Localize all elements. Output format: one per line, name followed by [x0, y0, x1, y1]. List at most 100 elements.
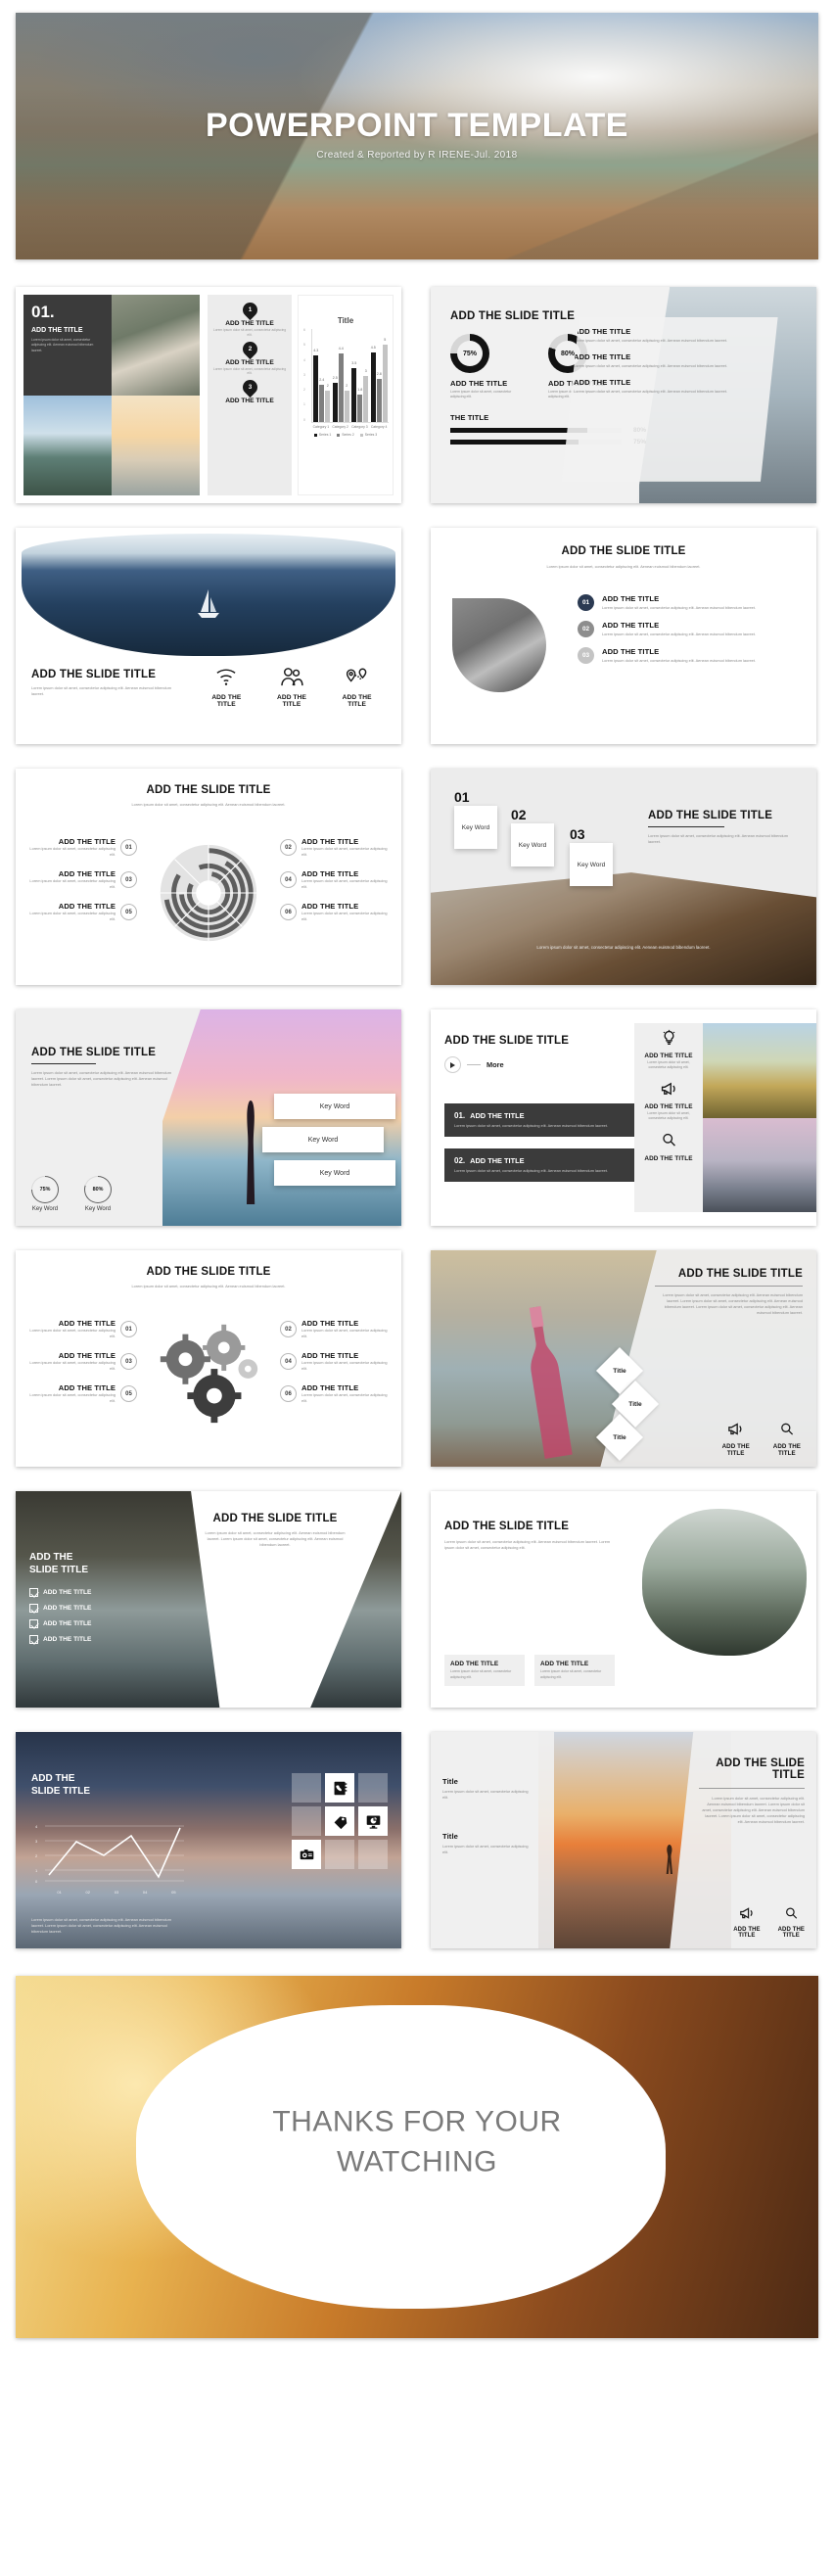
slide-15-sunrise-panel[interactable]: Title Lorem ipsum dolor sit amet, consec… [431, 1732, 816, 1948]
tile-monitor-chart[interactable] [358, 1806, 388, 1836]
slide-05-book-list[interactable]: ADD THE SLIDE TITLE Lorem ipsum dolor si… [431, 528, 816, 744]
feature-line1: ADD THE [211, 694, 242, 701]
slide-06-radial[interactable]: ADD THE SLIDE TITLE Lorem ipsum dolor si… [16, 769, 401, 985]
list-item[interactable]: ADD THE TITLE Lorem ipsum dolor sit amet… [27, 869, 137, 890]
slide-body: Lorem ipsum dolor sit amet, consectetur … [648, 833, 788, 845]
list-item[interactable]: 02 ADD THE TITLE Lorem ipsum dolor sit a… [578, 621, 803, 638]
y-tick: 5 [303, 343, 305, 348]
checklist-item[interactable]: ADD THE TITLE [29, 1635, 139, 1644]
diamond-01[interactable]: Title [595, 1346, 644, 1395]
checklist-item[interactable]: ADD THE TITLE [29, 1619, 139, 1628]
slide-07-keyword-cards[interactable]: 01 Key Word 02 Key Word 03 Key Word ADD … [431, 769, 816, 985]
line-chart[interactable]: 4 3 2 1 0 01 02 03 04 05 [31, 1820, 188, 1895]
icon-item[interactable]: ADD THE TITLE [778, 1906, 805, 1939]
slide-03-stats[interactable]: ADD THE SLIDE TITLE 75% ADD THE TITLE Lo… [431, 287, 816, 503]
list-item[interactable]: 3 ADD THE TITLE [212, 376, 287, 404]
keyword-item[interactable]: Key Word [274, 1160, 395, 1186]
icon-item[interactable]: ADD THE TITLE [733, 1906, 761, 1939]
checklist-item[interactable]: ADD THE TITLE [29, 1604, 139, 1613]
list-item[interactable]: 2 ADD THE TITLE Lorem ipsum dolor sit am… [212, 338, 287, 377]
bar-chart[interactable]: Title 6543210 4.3 2.4 2 2.5 4.4 2 3.5 1.8 3 4.5 2.… [298, 295, 394, 495]
info-card[interactable]: ADD THE TITLE Lorem ipsum dolor sit amet… [534, 1655, 615, 1686]
checkbox-icon[interactable] [29, 1588, 38, 1597]
checkbox-icon[interactable] [29, 1619, 38, 1628]
card-label: Key Word [570, 843, 613, 886]
tile-empty[interactable] [358, 1773, 388, 1803]
dark-row-02[interactable]: 02. ADD THE TITLE Lorem ipsum dolor sit … [444, 1148, 662, 1183]
icon-item[interactable]: ADD THE TITLE Lorem ipsum dolor sit amet… [639, 1029, 698, 1071]
list-item[interactable]: 1 ADD THE TITLE Lorem ipsum dolor sit am… [212, 299, 287, 338]
slide-09-more-rows[interactable]: ADD THE SLIDE TITLE More 01. ADD THE TIT… [431, 1009, 816, 1226]
diamond-03[interactable]: Title [595, 1413, 644, 1462]
item-body: Lorem ipsum dolor sit amet, consectetur … [442, 1789, 529, 1801]
feature-item[interactable]: ADD THE TITLE [211, 667, 241, 708]
slide-12-waterfall-checklist[interactable]: ADD THE SLIDE TITLE ADD THE TITLE ADD TH… [16, 1491, 401, 1708]
tile-camera[interactable] [292, 1840, 321, 1869]
bar: 1.8 [357, 388, 363, 422]
slide-14-tiles-linechart[interactable]: ADD THE SLIDE TITLE 432 10 01 02 03 04 0… [16, 1732, 401, 1948]
card-03[interactable]: 03 Key Word [570, 827, 613, 886]
keyword-item[interactable]: Key Word [262, 1127, 384, 1152]
list-item[interactable]: ADD THE TITLE Lorem ipsum dolor sit amet… [27, 1383, 137, 1404]
list-item[interactable]: 01 ADD THE TITLE Lorem ipsum dolor sit a… [578, 594, 803, 611]
checklist-item[interactable]: ADD THE TITLE [29, 1588, 139, 1597]
feature-item[interactable]: ADD THE TITLE [343, 667, 372, 708]
slide-11-wine-diamonds[interactable]: ADD THE SLIDE TITLE Lorem ipsum dolor si… [431, 1250, 816, 1467]
diamond-02[interactable]: Title [611, 1380, 660, 1429]
slide-08-girl-keywords[interactable]: ADD THE SLIDE TITLE Lorem ipsum dolor si… [16, 1009, 401, 1226]
list-item[interactable]: ADD THE TITLE Lorem ipsum dolor sit amet… [27, 1351, 137, 1372]
number-badge-06: 06 [280, 1385, 297, 1403]
list-item[interactable]: ADD THE TITLE Lorem ipsum dolor sit amet… [27, 837, 137, 858]
slide-10-gears[interactable]: ADD THE SLIDE TITLE Lorem ipsum dolor si… [16, 1250, 401, 1467]
slide-title: ADD THE SLIDE TITLE [146, 1266, 271, 1278]
gauge-block: 80% Key Word [84, 1176, 112, 1212]
list-item[interactable]: 04 ADD THE TITLE Lorem ipsum dolor sit a… [280, 869, 390, 890]
tile-empty[interactable] [292, 1773, 321, 1803]
list-item[interactable]: Title Lorem ipsum dolor sit amet, consec… [442, 1832, 534, 1855]
list-item[interactable]: 06 ADD THE TITLE Lorem ipsum dolor sit a… [280, 902, 390, 922]
icon-item[interactable]: ADD THE TITLE [639, 1132, 698, 1162]
legend-swatch [337, 433, 341, 437]
tile-phone-book[interactable] [325, 1773, 354, 1803]
slide-13-forest-cards[interactable]: ADD THE SLIDE TITLE Lorem ipsum dolor si… [431, 1491, 816, 1708]
list-item[interactable]: 02 ADD THE TITLE Lorem ipsum dolor sit a… [280, 837, 390, 858]
list-item[interactable]: 03 ADD THE TITLE Lorem ipsum dolor sit a… [578, 647, 803, 665]
info-card[interactable]: ADD THE TITLE Lorem ipsum dolor sit amet… [444, 1655, 525, 1686]
list-item[interactable]: ADD THE TITLE Lorem ipsum dolor sit amet… [27, 902, 137, 922]
icon-item[interactable]: ADD THE TITLE [722, 1422, 750, 1457]
more-button[interactable]: More [444, 1056, 630, 1073]
slide-title-line2: TITLE [772, 1769, 805, 1781]
bar-value-label: 4.3 [313, 348, 319, 352]
dark-row-01[interactable]: 01. ADD THE TITLE Lorem ipsum dolor sit … [444, 1103, 662, 1138]
bar-group: 3.5 1.8 3 [351, 329, 369, 422]
photo-caption: Lorem ipsum dolor sit amet, consectetur … [536, 945, 711, 951]
row-title: ADD THE TITLE [470, 1156, 525, 1165]
list-item[interactable]: 04 ADD THE TITLE Lorem ipsum dolor sit a… [280, 1351, 390, 1372]
list-item[interactable]: ADD THE TITLE Lorem ipsum dolor sit amet… [27, 1319, 137, 1339]
checkbox-icon[interactable] [29, 1635, 38, 1644]
tile-price-tag[interactable] [325, 1806, 354, 1836]
keyword-item[interactable]: Key Word [274, 1094, 395, 1119]
card-01[interactable]: 01 Key Word [454, 790, 497, 849]
svg-text:2: 2 [35, 1853, 38, 1858]
sailboat-graphic [198, 588, 219, 618]
numbered-list: 01 ADD THE TITLE Lorem ipsum dolor sit a… [578, 594, 803, 665]
checkbox-icon[interactable] [29, 1604, 38, 1613]
photo-tile-lake [23, 395, 112, 495]
slide-02-mosaic-chart[interactable]: 01. ADD THE TITLE Lorem ipsum dolor sit … [16, 287, 401, 503]
slide-title[interactable]: POWERPOINT TEMPLATE Created & Reported b… [16, 13, 818, 259]
icon-item[interactable]: ADD THE TITLE Lorem ipsum dolor sit amet… [639, 1081, 698, 1122]
list-item[interactable]: 02 ADD THE TITLE Lorem ipsum dolor sit a… [280, 1319, 390, 1339]
feature-item[interactable]: ADD THE TITLE [277, 667, 306, 708]
list-item[interactable]: Title Lorem ipsum dolor sit amet, consec… [442, 1777, 534, 1801]
gauge-value: 80% [92, 1187, 104, 1193]
tile-empty[interactable] [358, 1840, 388, 1869]
tile-empty[interactable] [292, 1806, 321, 1836]
list-item[interactable]: 06 ADD THE TITLE Lorem ipsum dolor sit a… [280, 1383, 390, 1404]
slide-thanks[interactable]: THANKS FOR YOUR WATCHING [16, 1976, 818, 2338]
slide-04-sailboat[interactable]: ADD THE SLIDE TITLE Lorem ipsum dolor si… [16, 528, 401, 744]
page-title: POWERPOINT TEMPLATE [206, 107, 628, 144]
card-02[interactable]: 02 Key Word [511, 808, 554, 866]
icon-item[interactable]: ADD THE TITLE [773, 1422, 801, 1457]
tile-empty[interactable] [325, 1840, 354, 1869]
